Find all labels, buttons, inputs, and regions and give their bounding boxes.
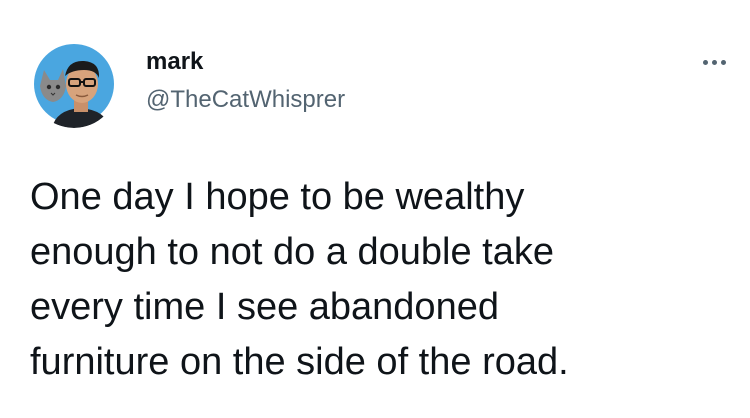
author-handle[interactable]: @TheCatWhisprer: [146, 86, 345, 114]
avatar[interactable]: [30, 40, 118, 128]
avatar-image: [30, 40, 118, 128]
ellipsis-icon: [702, 59, 726, 65]
more-options-button[interactable]: [696, 50, 732, 74]
tweet-card: mark @TheCatWhisprer One day I hope to b…: [0, 0, 750, 418]
tweet-text: One day I hope to be wealthy enough to n…: [30, 176, 569, 383]
author-display-name[interactable]: mark: [146, 48, 203, 76]
